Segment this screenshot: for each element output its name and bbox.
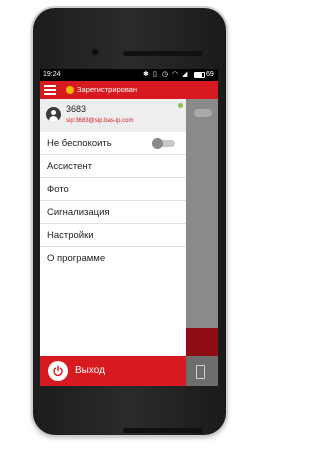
vibrate-icon: ▯: [153, 71, 157, 78]
battery-icon: [194, 72, 205, 78]
logout-button[interactable]: Выход: [40, 356, 186, 386]
menu-item-photo[interactable]: Фото: [40, 178, 186, 201]
menu-item-about[interactable]: О программе: [40, 247, 186, 270]
menu-item-alarm[interactable]: Сигнализация: [40, 201, 186, 224]
menu-item-label: Сигнализация: [47, 207, 110, 218]
hamburger-menu-icon[interactable]: [44, 85, 56, 95]
presence-indicator: [178, 103, 183, 108]
registration-status-text: Зарегистрирован: [77, 85, 138, 94]
front-camera: [91, 48, 99, 56]
menu-item-assistant[interactable]: Ассистент: [40, 155, 186, 178]
menu-item-label: Не беспокоить: [47, 138, 112, 149]
earpiece-speaker: [123, 51, 203, 56]
account-sip-address: sip:3683@sip.bas-ip.com: [66, 118, 134, 124]
wifi-icon: ◠: [172, 71, 179, 78]
logout-label: Выход: [75, 365, 105, 376]
power-icon: [48, 361, 68, 381]
background-footer: [186, 356, 218, 386]
do-not-disturb-toggle[interactable]: [152, 138, 175, 149]
status-time: 19:24: [43, 71, 61, 78]
app-header: Зарегистрирован: [40, 81, 218, 99]
background-red-panel: [186, 328, 218, 356]
navigation-drawer: 3683 sip:3683@sip.bas-ip.com Не беспокои…: [40, 99, 186, 386]
account-header[interactable]: 3683 sip:3683@sip.bas-ip.com: [40, 99, 186, 132]
bluetooth-icon: ✱: [143, 71, 149, 78]
menu-item-label: Настройки: [47, 230, 94, 241]
bottom-speaker: [123, 428, 203, 433]
drawer-scrim[interactable]: [186, 99, 218, 386]
menu-item-label: О программе: [47, 253, 106, 264]
battery-level: 69: [206, 71, 214, 78]
registration-status-dot: [66, 86, 74, 94]
door-icon: [196, 365, 205, 379]
account-number: 3683: [66, 104, 87, 114]
alarm-icon: ◷: [162, 71, 169, 78]
phone-screen: 19:24 ✱ ▯ ◷ ◠ ◢ 69 Зарегистрирован 3683 …: [40, 69, 218, 386]
menu-item-do-not-disturb[interactable]: Не беспокоить: [40, 132, 186, 155]
avatar: [46, 107, 61, 122]
menu-item-settings[interactable]: Настройки: [40, 224, 186, 247]
signal-icon: ◢: [182, 71, 188, 78]
status-bar: 19:24 ✱ ▯ ◷ ◠ ◢ 69: [40, 69, 218, 81]
background-toggle: [194, 109, 212, 117]
menu-item-label: Ассистент: [47, 161, 93, 172]
menu-item-label: Фото: [47, 184, 69, 195]
